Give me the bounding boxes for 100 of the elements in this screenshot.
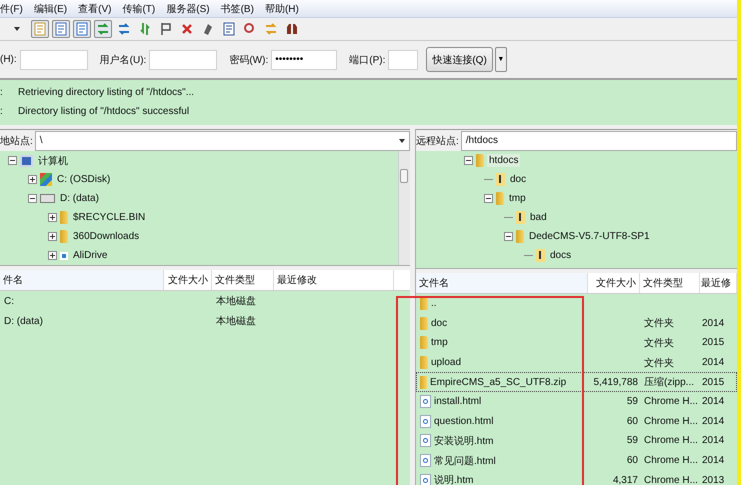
file-name[interactable]: 安装说明.htm bbox=[434, 434, 494, 448]
file-name[interactable]: install.html bbox=[434, 396, 482, 408]
column-header[interactable]: 最近修 bbox=[700, 273, 737, 293]
log-message: Directory listing of "/htdocs" successful bbox=[18, 106, 190, 117]
file-type: Chrome H... bbox=[644, 474, 698, 485]
file-type: 文件夹 bbox=[644, 336, 674, 350]
file-size: 60 bbox=[626, 416, 638, 427]
tree-item[interactable]: tmp bbox=[507, 192, 528, 205]
field-label: (H): bbox=[0, 54, 17, 65]
field-label: 密码(W): bbox=[229, 54, 268, 66]
menu-item[interactable]: 书签(B) bbox=[220, 2, 254, 16]
column-header[interactable]: 文件类型 bbox=[212, 270, 274, 290]
column-header[interactable]: 文件大小 bbox=[588, 273, 640, 293]
file-type: Chrome H... bbox=[644, 455, 698, 466]
file-name[interactable]: EmpireCMS_a5_SC_UTF8.zip bbox=[430, 376, 566, 388]
tree-item[interactable]: docs bbox=[548, 249, 574, 262]
folder-icon bbox=[516, 230, 524, 243]
log-label: : bbox=[0, 106, 4, 117]
tree-item[interactable]: AliDrive bbox=[71, 249, 110, 262]
expand-toggle-icon[interactable] bbox=[28, 175, 37, 184]
menu-item[interactable]: 帮助(H) bbox=[264, 2, 299, 16]
computer-icon bbox=[20, 154, 33, 166]
log-message: Retrieving directory listing of "/htdocs"... bbox=[18, 87, 194, 98]
expand-toggle-icon[interactable] bbox=[8, 156, 17, 165]
file-name[interactable]: question.html bbox=[434, 416, 494, 427]
tree-item[interactable]: doc bbox=[508, 173, 528, 186]
app-icon bbox=[60, 252, 68, 260]
modified-date: 2015 bbox=[702, 337, 724, 348]
modified-date: 2014 bbox=[702, 416, 724, 427]
path-field[interactable]: /htdocs bbox=[460, 130, 737, 150]
menu-item[interactable]: 服务器(S) bbox=[166, 2, 210, 16]
caret-icon[interactable] bbox=[14, 27, 20, 31]
message-log-icon[interactable] bbox=[31, 20, 49, 38]
column-header[interactable]: 文件大小 bbox=[164, 270, 212, 290]
folder-icon bbox=[420, 316, 428, 330]
web-page-icon bbox=[420, 434, 431, 448]
menu-item[interactable]: 编辑(E) bbox=[34, 2, 68, 16]
file-name[interactable]: .. bbox=[431, 298, 437, 310]
log-label: : bbox=[0, 87, 4, 98]
web-page-icon bbox=[420, 454, 431, 468]
modified-date: 2014 bbox=[702, 435, 724, 446]
file-size: 59 bbox=[626, 435, 638, 446]
column-header[interactable]: 件名 bbox=[0, 270, 164, 290]
dropdown-arrow-icon[interactable] bbox=[399, 138, 405, 142]
file-name[interactable]: D: (data) bbox=[4, 316, 43, 326]
quickconnect-button[interactable]: 快速连接(Q) bbox=[426, 47, 493, 72]
tree-item[interactable]: DedeCMS-V5.7-UTF8-SP1 bbox=[527, 230, 652, 243]
expand-toggle-icon[interactable] bbox=[484, 194, 493, 203]
modified-date: 2014 bbox=[702, 357, 724, 368]
file-size: 5,419,788 bbox=[594, 376, 638, 388]
file-name[interactable]: upload bbox=[431, 357, 462, 368]
file-name[interactable]: 常见问题.html bbox=[434, 454, 496, 468]
expand-toggle-icon[interactable] bbox=[464, 156, 473, 165]
column-header[interactable]: 最近修改 bbox=[274, 270, 394, 290]
file-name[interactable]: tmp bbox=[431, 337, 448, 348]
tree-item[interactable]: D: (data) bbox=[58, 192, 101, 205]
folder-icon bbox=[60, 211, 68, 224]
drive-icon bbox=[40, 194, 55, 203]
site-label: 地站点: bbox=[0, 134, 34, 148]
field-label: 端口(P): bbox=[349, 54, 386, 66]
column-header[interactable]: 文件类型 bbox=[640, 273, 700, 293]
path-field[interactable]: \ bbox=[34, 130, 410, 150]
field-label: 用户名(U): bbox=[100, 54, 146, 66]
tree-item[interactable]: $RECYCLE.BIN bbox=[71, 211, 148, 224]
expand-toggle-icon[interactable] bbox=[48, 213, 57, 222]
expand-toggle-icon[interactable] bbox=[28, 194, 37, 203]
file-name[interactable]: doc bbox=[431, 318, 448, 329]
folder-icon bbox=[420, 336, 428, 350]
folder-icon bbox=[420, 356, 428, 370]
input-field[interactable]: •••••••• bbox=[271, 50, 338, 70]
zip-file-icon bbox=[420, 376, 427, 389]
file-name[interactable]: 说明.htm bbox=[434, 473, 474, 485]
file-type: 本地磁盘 bbox=[216, 294, 256, 308]
menu-item[interactable]: 件(F) bbox=[0, 2, 23, 16]
tree-item[interactable]: 360Downloads bbox=[71, 230, 142, 243]
file-name[interactable]: C: bbox=[4, 296, 14, 306]
folder-icon bbox=[60, 230, 68, 243]
file-type: Chrome H... bbox=[644, 396, 698, 408]
web-page-icon bbox=[420, 474, 431, 485]
tree-item[interactable]: 计算机 bbox=[36, 152, 70, 168]
column-header[interactable]: 文件名 bbox=[416, 273, 588, 293]
menu-item[interactable]: 查看(V) bbox=[78, 2, 112, 16]
menu-item[interactable]: 传输(T) bbox=[122, 2, 156, 16]
expand-toggle-icon[interactable] bbox=[48, 251, 57, 260]
file-type: 文件夹 bbox=[644, 356, 674, 370]
scrollbar[interactable] bbox=[398, 151, 410, 265]
tree-item[interactable]: htdocs bbox=[487, 154, 520, 167]
file-type: 压缩(zipp... bbox=[644, 376, 694, 390]
input-field[interactable] bbox=[149, 50, 218, 70]
file-size: 59 bbox=[626, 396, 638, 408]
expand-toggle-icon[interactable] bbox=[504, 232, 513, 241]
tree-item[interactable]: bad bbox=[528, 211, 549, 224]
modified-date: 2014 bbox=[702, 455, 724, 466]
input-field[interactable] bbox=[20, 50, 88, 70]
file-type: 文件夹 bbox=[644, 316, 674, 330]
web-page-icon bbox=[420, 414, 431, 428]
expand-toggle-icon[interactable] bbox=[48, 232, 57, 241]
modified-date: 2014 bbox=[702, 396, 724, 408]
tree-item[interactable]: C: (OSDisk) bbox=[55, 173, 112, 186]
input-field[interactable] bbox=[388, 50, 418, 70]
